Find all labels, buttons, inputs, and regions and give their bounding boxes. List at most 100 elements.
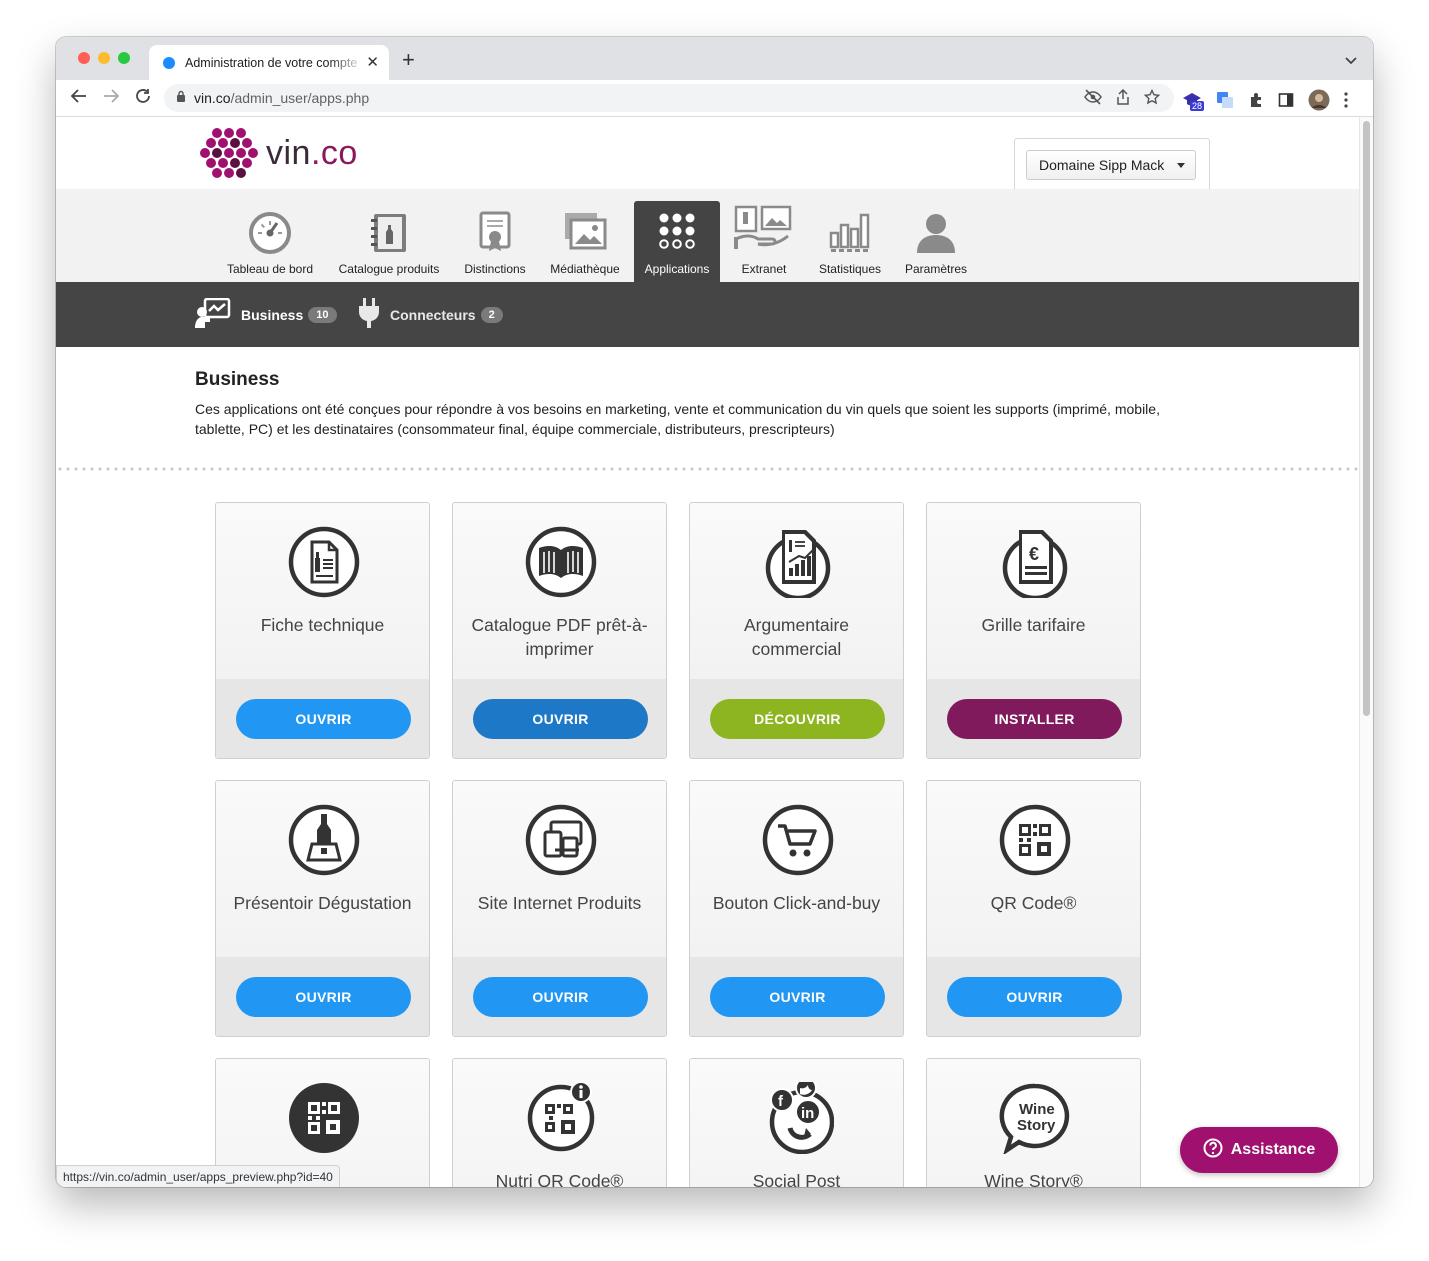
wine-story-icon-text-2: Story — [1017, 1117, 1056, 1134]
address-bar[interactable]: vin.co/admin_user/apps.php — [164, 84, 1174, 112]
bar-chart-icon — [828, 211, 872, 256]
app-card-catalogue-pdf: Catalogue PDF prêt-à-imprimer OUVRIR — [452, 502, 667, 759]
apps-grid-icon — [657, 211, 697, 254]
nav-statistiques[interactable]: Statistiques — [810, 201, 890, 282]
app-name: Wine Story® — [984, 1171, 1083, 1187]
extension-badge: 28 — [1190, 101, 1205, 111]
nav-mediatheque[interactable]: Médiathèque — [544, 201, 626, 282]
back-arrow-icon[interactable] — [70, 87, 88, 110]
open-catalogue-pdf-button[interactable]: OUVRIR — [473, 699, 648, 739]
app-card-argumentaire: Argumentaire commercial DÉCOUVRIR — [689, 502, 904, 759]
close-window-button[interactable] — [78, 52, 90, 64]
nav-label: Tableau de bord — [226, 262, 314, 276]
extranet-hand-icon — [734, 205, 794, 254]
scrollbar-thumb[interactable] — [1363, 121, 1370, 716]
favicon-icon — [163, 56, 175, 69]
forward-arrow-icon[interactable] — [102, 87, 120, 110]
app-card-site-internet: Site Internet Produits OUVRIR — [452, 780, 667, 1037]
nav-applications[interactable]: Applications — [634, 201, 720, 282]
logo-text-main: vin — [266, 133, 311, 172]
browser-menu-icon[interactable] — [1344, 92, 1348, 113]
nav-label: Catalogue produits — [338, 262, 440, 276]
sub-navigation: Business 10 Connecteurs 2 — [56, 282, 1359, 347]
assistance-button[interactable]: Assistance — [1180, 1127, 1338, 1173]
logo-wordmark: vin.co — [266, 134, 358, 173]
browser-window: Administration de votre compte ✕ + vin.c… — [56, 37, 1373, 1187]
extensions-puzzle-icon[interactable] — [1248, 92, 1264, 113]
price-list-icon: € — [1002, 530, 1068, 598]
section-description: Ces applications ont été conçues pour ré… — [195, 401, 1160, 437]
app-name: Social Post — [752, 1171, 841, 1187]
connectors-count-badge: 2 — [480, 306, 503, 323]
share-icon[interactable] — [1116, 88, 1130, 110]
app-name: Catalogue PDF prêt-à-imprimer — [471, 615, 648, 659]
nav-tableau-de-bord[interactable]: Tableau de bord — [220, 201, 320, 282]
grape-logo-icon — [200, 128, 258, 178]
browser-tab-active[interactable]: Administration de votre compte ✕ — [149, 45, 389, 80]
account-dropdown[interactable]: Domaine Sipp Mack — [1026, 150, 1196, 180]
eye-slash-icon[interactable] — [1084, 89, 1102, 110]
app-card-nutri-qr: Nutri QR Code® — [452, 1058, 667, 1187]
qr-code-icon — [999, 804, 1071, 876]
open-site-internet-button[interactable]: OUVRIR — [473, 977, 648, 1017]
new-tab-button[interactable]: + — [402, 49, 415, 71]
wine-story-icon-text-1: Wine — [1019, 1101, 1055, 1118]
open-fiche-technique-button[interactable]: OUVRIR — [236, 699, 411, 739]
caret-down-icon — [1177, 163, 1185, 168]
cart-icon — [762, 804, 834, 876]
report-chart-icon — [765, 530, 831, 598]
page-scrollbar[interactable] — [1359, 117, 1373, 1187]
book-icon — [525, 526, 597, 598]
discover-argumentaire-button[interactable]: DÉCOUVRIR — [710, 699, 885, 739]
tab-close-icon[interactable]: ✕ — [366, 53, 379, 71]
minimize-window-button[interactable] — [98, 52, 110, 64]
help-circle-icon — [1203, 1138, 1223, 1163]
app-card-click-and-buy: Bouton Click-and-buy OUVRIR — [689, 780, 904, 1037]
nav-extranet[interactable]: Extranet — [728, 201, 800, 282]
app-card-presentoir: Présentoir Dégustation OUVRIR — [215, 780, 430, 1037]
page-viewport: vin.co Domaine Sipp Mack Tableau de bord — [56, 117, 1359, 1187]
maximize-window-button[interactable] — [118, 52, 130, 64]
nav-label: Applications — [644, 262, 710, 276]
tab-strip: Administration de votre compte ✕ + — [56, 37, 1373, 80]
subnav-business[interactable]: Business 10 — [195, 297, 337, 331]
plug-icon — [358, 298, 380, 331]
install-grille-tarifaire-button[interactable]: INSTALLER — [947, 699, 1122, 739]
nav-label: Distinctions — [464, 262, 526, 276]
nav-distinctions[interactable]: Distinctions — [456, 201, 534, 282]
subnav-connecteurs[interactable]: Connecteurs 2 — [358, 298, 503, 331]
graduation-cap-extension-icon[interactable]: 28 — [1182, 91, 1205, 114]
app-card-qr-code: QR Code® OUVRIR — [926, 780, 1141, 1037]
media-images-icon — [563, 211, 607, 254]
side-panel-icon[interactable] — [1278, 92, 1294, 113]
nav-catalogue-produits[interactable]: Catalogue produits — [332, 201, 446, 282]
app-name: Bouton Click-and-buy — [712, 893, 881, 913]
nav-parametres[interactable]: Paramètres — [900, 201, 972, 282]
presentation-chart-icon — [195, 297, 231, 331]
subnav-business-label: Business — [241, 306, 304, 323]
user-settings-icon — [915, 211, 957, 258]
account-tab: Domaine Sipp Mack — [1014, 138, 1210, 191]
app-name: Argumentaire commercial — [743, 615, 850, 659]
devices-icon — [525, 804, 597, 876]
catalog-binder-icon — [368, 211, 410, 258]
tab-search-chevron-icon[interactable] — [1345, 52, 1357, 70]
dashboard-gauge-icon — [248, 211, 292, 258]
status-bar-url: https://vin.co/admin_user/apps_preview.p… — [56, 1165, 340, 1187]
svg-text:€: € — [1029, 544, 1039, 564]
open-qr-code-button[interactable]: OUVRIR — [947, 977, 1122, 1017]
reload-icon[interactable] — [134, 87, 152, 110]
app-name: QR Code® — [990, 893, 1077, 913]
bookmark-star-icon[interactable] — [1143, 88, 1161, 110]
vinco-logo[interactable]: vin.co — [200, 127, 358, 179]
translate-extension-icon[interactable] — [1216, 91, 1234, 114]
open-click-and-buy-button[interactable]: OUVRIR — [710, 977, 885, 1017]
tab-title: Administration de votre compte — [185, 55, 358, 70]
open-presentoir-button[interactable]: OUVRIR — [236, 977, 411, 1017]
profile-avatar[interactable] — [1308, 89, 1330, 116]
nav-label: Extranet — [741, 262, 787, 276]
app-card-social-post: f in Social Post — [689, 1058, 904, 1187]
bottle-display-icon — [288, 804, 360, 876]
document-icon — [288, 526, 360, 598]
app-name: Nutri QR Code® — [495, 1171, 624, 1187]
